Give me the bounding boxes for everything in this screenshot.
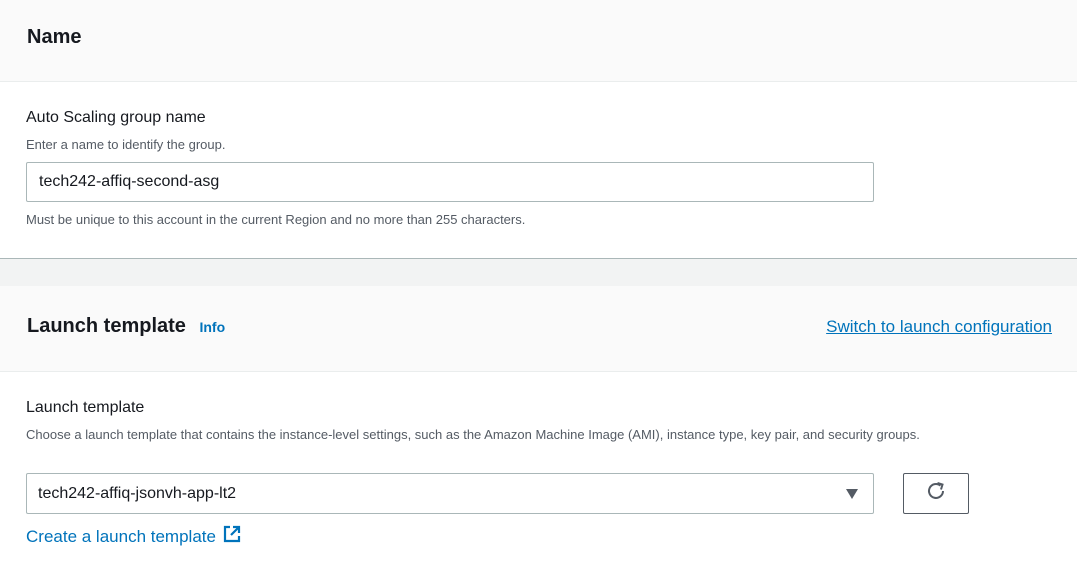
switch-to-launch-configuration-link[interactable]: Switch to launch configuration — [826, 317, 1052, 337]
name-panel-header: Name — [0, 0, 1077, 82]
launch-template-panel-header: Launch template Info Switch to launch co… — [0, 286, 1077, 372]
launch-template-field-label: Launch template — [26, 399, 145, 416]
name-panel: Name Auto Scaling group name Enter a nam… — [0, 0, 1077, 259]
asg-name-label: Auto Scaling group name — [26, 109, 206, 126]
refresh-icon — [925, 480, 947, 507]
refresh-button[interactable] — [903, 473, 969, 514]
launch-template-select[interactable]: tech242-affiq-jsonvh-app-lt2 — [26, 473, 874, 514]
launch-template-section-title: Launch template Info — [27, 315, 225, 338]
launch-template-panel: Launch template Info Switch to launch co… — [0, 286, 1077, 565]
asg-name-input-value: tech242-affiq-second-asg — [39, 173, 220, 190]
external-link-icon — [222, 524, 242, 549]
launch-template-heading: Launch template — [27, 315, 186, 337]
asg-name-description: Enter a name to identify the group. — [26, 137, 226, 152]
create-launch-template-link[interactable]: Create a launch template — [26, 524, 242, 549]
caret-down-icon — [845, 487, 859, 505]
create-launch-template-label: Create a launch template — [26, 526, 216, 546]
info-link[interactable]: Info — [199, 319, 225, 335]
asg-name-input[interactable]: tech242-affiq-second-asg — [26, 162, 874, 202]
launch-template-selected-value: tech242-affiq-jsonvh-app-lt2 — [38, 484, 237, 502]
launch-template-field-description: Choose a launch template that contains t… — [26, 427, 920, 442]
name-section-title: Name — [27, 26, 82, 48]
asg-name-constraint: Must be unique to this account in the cu… — [26, 212, 526, 227]
